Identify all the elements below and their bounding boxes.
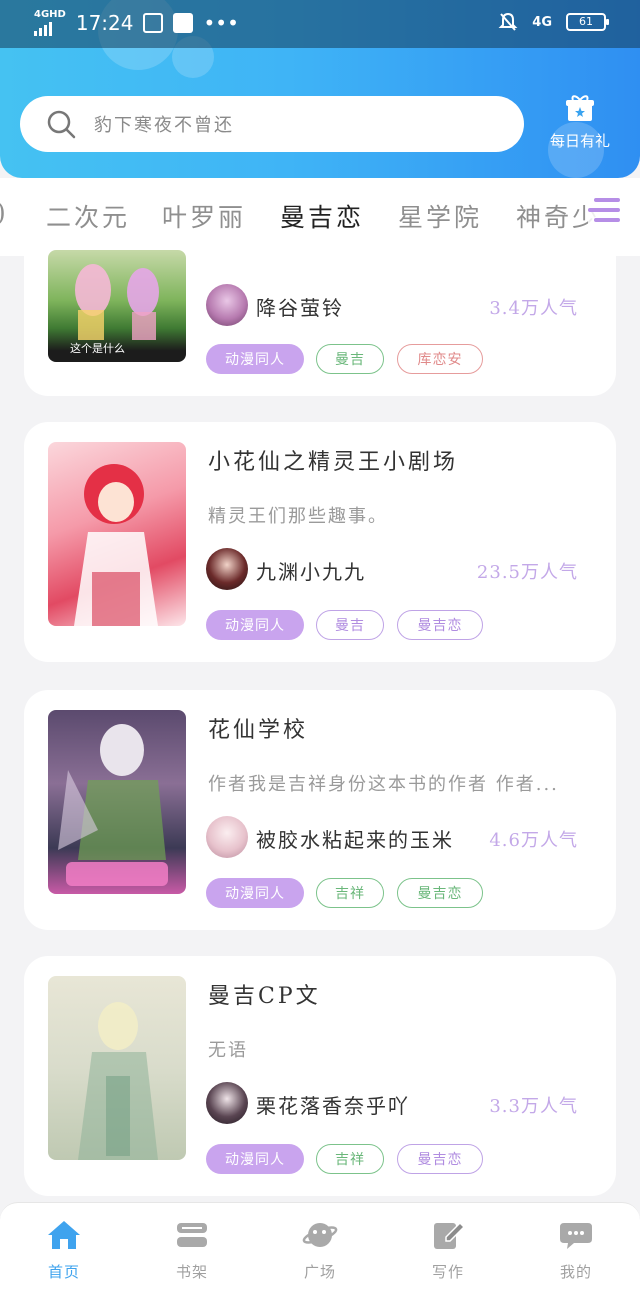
search-placeholder: 豹下寒夜不曾还 xyxy=(94,115,234,136)
book-title[interactable]: 小花仙之精灵王小剧场 xyxy=(208,444,458,476)
book-card[interactable]: 这个是什么 降谷萤铃 3.4万人气 动漫同人 曼吉 库恋安 xyxy=(24,230,616,396)
book-description: 无语 xyxy=(208,1040,248,1061)
network-label: 4G xyxy=(532,14,552,30)
book-card[interactable]: 曼吉CP文 无语 栗花落香奈乎吖 3.3万人气 动漫同人 吉祥 曼吉恋 xyxy=(24,956,616,1196)
search-icon xyxy=(47,110,76,139)
book-title[interactable]: 曼吉CP文 xyxy=(208,978,321,1010)
nav-bookshelf[interactable]: 书架 xyxy=(152,1219,232,1282)
book-cover: 这个是什么 xyxy=(48,250,186,362)
author-avatar[interactable] xyxy=(206,1082,248,1124)
nav-plaza[interactable]: 广场 xyxy=(280,1219,360,1282)
cover-illustration xyxy=(78,1002,158,1160)
nav-home[interactable]: 首页 xyxy=(24,1219,104,1282)
tag[interactable]: 曼吉恋 xyxy=(397,610,483,640)
tab-menu-icon[interactable] xyxy=(588,192,622,228)
tag[interactable]: 动漫同人 xyxy=(206,878,304,908)
tag[interactable]: 动漫同人 xyxy=(206,1144,304,1174)
signal-icon: 4GHD xyxy=(34,10,66,36)
tab-yeluoli[interactable]: 叶罗丽 xyxy=(162,198,246,234)
nav-bookshelf-label: 书架 xyxy=(175,1263,208,1281)
cover-illustration xyxy=(74,464,158,626)
network-type: 4GHD xyxy=(34,9,66,20)
app-header: 4GHD 17:24 ••• 4G 61 豹下寒夜不曾还 每日有礼 xyxy=(0,0,640,178)
author-name[interactable]: 九渊小九九 xyxy=(256,556,366,585)
pen-icon xyxy=(434,1221,466,1249)
book-description: 作者我是吉祥身份这本书的作者 作者... xyxy=(208,774,559,795)
tab-manjilian[interactable]: 曼吉恋 xyxy=(280,198,364,234)
tab-partial[interactable]: ) xyxy=(0,198,9,227)
book-description: 精灵王们那些趣事。 xyxy=(208,506,388,527)
nav-plaza-label: 广场 xyxy=(303,1263,336,1281)
author-avatar[interactable] xyxy=(206,284,248,326)
book-card[interactable]: 小花仙之精灵王小剧场 精灵王们那些趣事。 九渊小九九 23.5万人气 动漫同人 … xyxy=(24,422,616,662)
battery-icon: 61 xyxy=(566,13,609,31)
book-card[interactable]: 花仙学校 作者我是吉祥身份这本书的作者 作者... 被胶水粘起来的玉米 4.6万… xyxy=(24,690,616,930)
tab-xingxueyuan[interactable]: 星学院 xyxy=(398,198,482,234)
tag[interactable]: 曼吉 xyxy=(316,344,384,374)
popularity-count: 4.6万人气 xyxy=(489,830,578,851)
tag[interactable]: 库恋安 xyxy=(397,344,483,374)
popularity-count: 3.3万人气 xyxy=(489,1096,578,1117)
book-cover xyxy=(48,442,186,626)
nav-write-label: 写作 xyxy=(431,1263,464,1281)
daily-gift-label: 每日有礼 xyxy=(549,132,610,150)
tag[interactable]: 曼吉恋 xyxy=(397,1144,483,1174)
book-cover xyxy=(48,710,186,894)
tag[interactable]: 动漫同人 xyxy=(206,610,304,640)
nav-home-label: 首页 xyxy=(47,1263,80,1281)
cover-caption: 这个是什么 xyxy=(70,342,125,355)
nav-mine[interactable]: 我的 xyxy=(536,1219,616,1282)
status-bar: 4GHD 17:24 ••• 4G 61 xyxy=(0,0,640,48)
nav-mine-label: 我的 xyxy=(559,1263,592,1281)
mute-bell-icon xyxy=(498,12,518,31)
author-name[interactable]: 降谷萤铃 xyxy=(256,292,344,321)
clock: 17:24 xyxy=(75,11,134,35)
author-name[interactable]: 栗花落香奈乎吖 xyxy=(256,1090,410,1119)
popularity-count: 3.4万人气 xyxy=(489,298,578,319)
book-title[interactable]: 花仙学校 xyxy=(208,712,308,744)
bottom-navigation: 首页 书架 广场 写作 我的 xyxy=(0,1202,640,1298)
tag[interactable]: 吉祥 xyxy=(316,878,384,908)
home-icon xyxy=(48,1221,80,1249)
nav-write[interactable]: 写作 xyxy=(408,1219,488,1282)
search-bar[interactable]: 豹下寒夜不曾还 xyxy=(20,96,524,152)
tag[interactable]: 动漫同人 xyxy=(206,344,304,374)
app-notification-icon xyxy=(143,13,164,33)
author-avatar[interactable] xyxy=(206,548,248,590)
message-icon xyxy=(173,13,194,33)
author-name[interactable]: 被胶水粘起来的玉米 xyxy=(256,824,454,853)
gift-icon xyxy=(566,95,594,121)
daily-gift-button[interactable]: 每日有礼 xyxy=(540,94,620,158)
tag[interactable]: 吉祥 xyxy=(316,1144,384,1174)
cover-illustration xyxy=(58,724,168,886)
popularity-count: 23.5万人气 xyxy=(476,562,578,583)
tag[interactable]: 曼吉 xyxy=(316,610,384,640)
book-cover xyxy=(48,976,186,1160)
planet-icon xyxy=(302,1223,338,1247)
chat-icon xyxy=(560,1223,592,1249)
tab-erciyuan[interactable]: 二次元 xyxy=(46,198,130,234)
author-avatar[interactable] xyxy=(206,816,248,858)
tag[interactable]: 曼吉恋 xyxy=(397,878,483,908)
bookshelf-icon xyxy=(177,1223,207,1247)
more-notifications-icon: ••• xyxy=(203,11,239,35)
